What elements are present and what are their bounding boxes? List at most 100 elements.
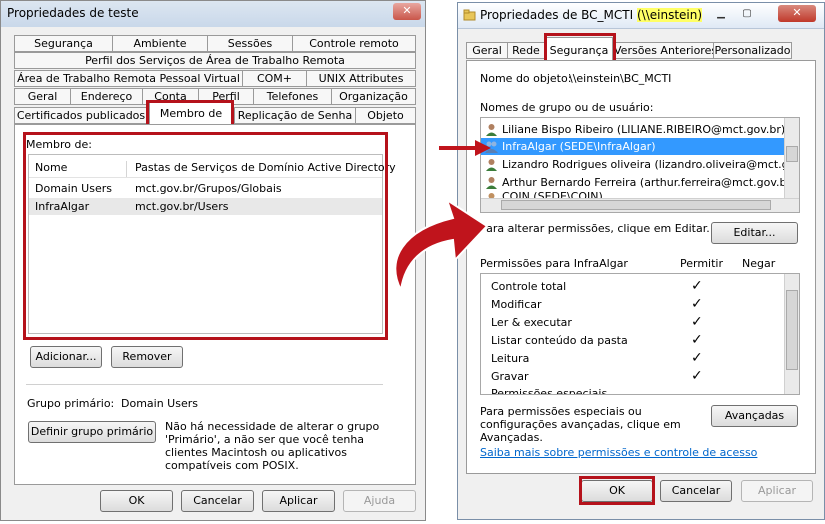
ok-button[interactable]: OK	[100, 490, 173, 512]
user-name: Lizandro Rodrigues oliveira (lizandro.ol…	[502, 158, 800, 171]
permission-name: Leitura	[491, 352, 530, 365]
allow-check-icon: ✓	[691, 332, 703, 348]
permissions-scrollbar[interactable]	[784, 274, 799, 394]
edit-button[interactable]: Editar...	[711, 222, 798, 244]
allow-column-label: Permitir	[680, 257, 724, 270]
tab-com-plus[interactable]: COM+	[242, 70, 307, 87]
permissions-for-label: Permissões para InfraAlgar	[480, 257, 628, 270]
permissions-list: Controle total ✓ Modificar ✓ Ler & executa…	[480, 273, 800, 395]
tab-seguranca[interactable]: Segurança	[545, 37, 613, 61]
primary-group-note: Não há necessidade de alterar o grupo 'P…	[165, 420, 380, 472]
list-item[interactable]: Lizandro Rodrigues oliveira (lizandro.ol…	[481, 156, 799, 173]
window-title: Propriedades de BC_MCTI	[480, 8, 637, 22]
tab-replicacao-senha[interactable]: Replicação de Senha	[234, 107, 356, 124]
permission-row: Gravar ✓	[481, 368, 781, 385]
properties-dialog-right: Propriedades de BC_MCTI (\\einstein) ▁ ▢…	[457, 2, 825, 520]
row-folder: mct.gov.br/Users	[135, 200, 229, 213]
tab-certificados[interactable]: Certificados publicados	[14, 107, 148, 124]
allow-check-icon: ✓	[691, 368, 703, 384]
tab-telefones[interactable]: Telefones	[253, 88, 332, 105]
table-row[interactable]: InfraAlgar mct.gov.br/Users	[29, 198, 382, 215]
users-list[interactable]: Liliane Bispo Ribeiro (LILIANE.RIBEIRO@m…	[480, 117, 800, 213]
scroll-thumb[interactable]	[501, 200, 771, 210]
permission-row: Leitura ✓	[481, 350, 781, 367]
divider	[26, 384, 383, 385]
user-name: Liliane Bispo Ribeiro (LILIANE.RIBEIRO@m…	[502, 123, 786, 136]
object-name-label: Nome do objeto:	[480, 72, 572, 85]
ok-button[interactable]: OK	[581, 480, 653, 502]
users-vertical-scrollbar[interactable]	[784, 118, 799, 198]
tab-organizacao[interactable]: Organização	[331, 88, 416, 105]
close-button[interactable]: ✕	[393, 3, 421, 20]
special-permissions-text: Para permissões especiais ou configuraçõ…	[480, 405, 681, 444]
list-item-selected[interactable]: InfraAlgar (SEDE\InfraAlgar)	[481, 138, 784, 155]
member-of-label: Membro de:	[26, 138, 92, 151]
apply-button: Aplicar	[741, 480, 813, 502]
permission-row: Listar conteúdo da pasta ✓	[481, 332, 781, 349]
permission-name: Permissões especiais	[491, 387, 608, 395]
cancel-button[interactable]: Cancelar	[181, 490, 254, 512]
group-users-label: Nomes de grupo ou de usuário:	[480, 101, 654, 114]
user-icon	[486, 124, 497, 136]
change-permissions-text: Para alterar permissões, clique em Edita…	[480, 222, 710, 235]
remove-button[interactable]: Remover	[111, 346, 183, 368]
column-header-name[interactable]: Nome	[35, 159, 67, 177]
add-button[interactable]: Adicionar...	[30, 346, 102, 368]
table-row[interactable]: Domain Users mct.gov.br/Grupos/Globais	[29, 180, 382, 197]
allow-check-icon: ✓	[691, 314, 703, 330]
tab-controle-remoto[interactable]: Controle remoto	[292, 35, 416, 52]
title-bar: Propriedades de teste	[1, 1, 425, 27]
object-name-value: \\einstein\BC_MCTI	[569, 72, 672, 85]
users-horizontal-scrollbar[interactable]	[481, 198, 799, 212]
allow-check-icon: ✓	[691, 278, 703, 294]
tab-endereco[interactable]: Endereço	[70, 88, 143, 105]
set-primary-group-button[interactable]: Definir grupo primário	[28, 421, 156, 443]
permission-name: Ler & executar	[491, 316, 572, 329]
user-name: InfraAlgar (SEDE\InfraAlgar)	[502, 140, 656, 153]
permission-name: Modificar	[491, 298, 542, 311]
curved-red-arrow-icon	[394, 197, 489, 294]
column-separator[interactable]	[126, 161, 127, 177]
tab-versoes-anteriores[interactable]: Versões Anteriores	[613, 42, 714, 59]
row-folder: mct.gov.br/Grupos/Globais	[135, 182, 282, 195]
list-item[interactable]: Arthur Bernardo Ferreira (arthur.ferreir…	[481, 174, 795, 191]
permission-name: Listar conteúdo da pasta	[491, 334, 628, 347]
permission-row: Permissões especiais	[481, 385, 781, 395]
primary-group-value: Domain Users	[121, 397, 198, 410]
user-name: Arthur Bernardo Ferreira (arthur.ferreir…	[502, 176, 796, 189]
tab-rede[interactable]: Rede	[507, 42, 545, 59]
permission-row: Controle total ✓	[481, 278, 781, 295]
tab-perfil-servicos[interactable]: Perfil dos Serviços de Área de Trabalho …	[14, 52, 416, 69]
tab-geral[interactable]: Geral	[466, 42, 508, 59]
window-title: Propriedades de teste	[7, 6, 139, 20]
user-icon	[486, 159, 497, 171]
folder-share-icon	[463, 9, 476, 21]
tab-objeto[interactable]: Objeto	[355, 107, 416, 124]
tab-personalizado[interactable]: Personalizado	[713, 42, 792, 59]
tab-seguranca[interactable]: Segurança	[14, 35, 113, 52]
user-icon	[486, 177, 497, 189]
member-list[interactable]: Nome Pastas de Serviços de Domínio Activ…	[28, 154, 396, 334]
permission-name: Controle total	[491, 280, 567, 293]
learn-more-link[interactable]: Saiba mais sobre permissões e controle d…	[480, 446, 757, 459]
scroll-thumb[interactable]	[786, 146, 798, 162]
list-item[interactable]: Liliane Bispo Ribeiro (LILIANE.RIBEIRO@m…	[481, 121, 786, 138]
scroll-thumb[interactable]	[786, 290, 798, 370]
close-button[interactable]: ✕	[778, 5, 816, 22]
allow-check-icon: ✓	[691, 350, 703, 366]
tab-geral[interactable]: Geral	[14, 88, 71, 105]
tab-ambiente[interactable]: Ambiente	[112, 35, 208, 52]
column-header-folder[interactable]: Pastas de Serviços de Domínio Active Dir…	[135, 159, 396, 177]
row-name: InfraAlgar	[35, 200, 90, 213]
maximize-button[interactable]: ▢	[736, 7, 758, 21]
tab-area-trabalho-virtual[interactable]: Área de Trabalho Remota Pessoal Virtual	[14, 70, 243, 87]
cancel-button[interactable]: Cancelar	[660, 480, 732, 502]
tab-sessoes[interactable]: Sessões	[207, 35, 293, 52]
minimize-button[interactable]: ▁	[710, 7, 732, 21]
window-title-host: (\\einstein)	[636, 8, 703, 22]
apply-button[interactable]: Aplicar	[262, 490, 335, 512]
properties-dialog-left: Propriedades de teste ✕ Segurança Ambien…	[0, 0, 426, 521]
advanced-button[interactable]: Avançadas	[711, 405, 798, 427]
allow-check-icon: ✓	[691, 296, 703, 312]
tab-unix-attributes[interactable]: UNIX Attributes	[306, 70, 416, 87]
